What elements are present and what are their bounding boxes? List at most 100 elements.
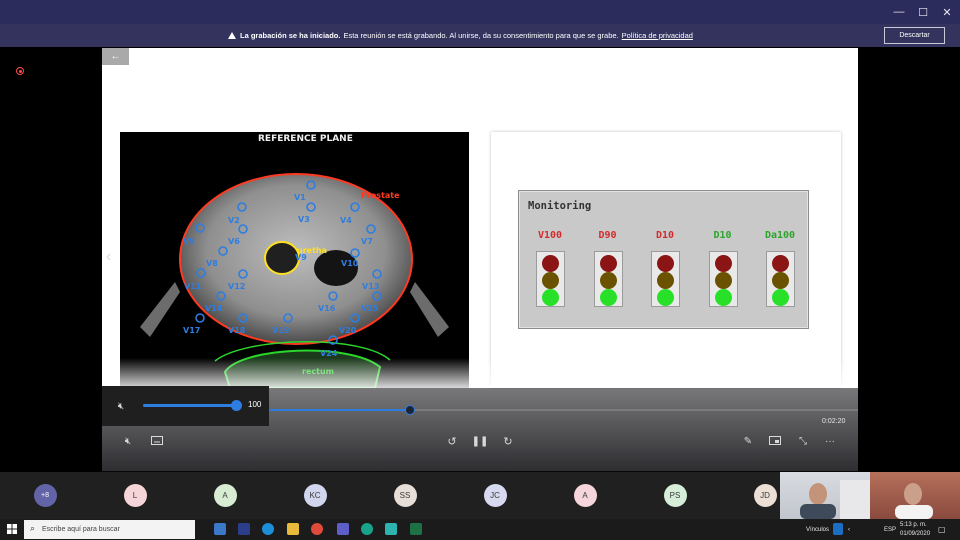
- search-icon: ⌕: [30, 523, 36, 533]
- window-controls: — ☐ ✕: [888, 0, 960, 24]
- minimize-button[interactable]: —: [888, 0, 910, 24]
- us-label-v11: V11: [184, 282, 202, 291]
- recording-banner: La grabación se ha iniciado. Esta reunió…: [0, 24, 960, 47]
- dismiss-button[interactable]: Descartar: [884, 27, 945, 44]
- avatar: JD: [753, 484, 777, 507]
- traffic-lamp: [599, 272, 617, 289]
- links-toolbar[interactable]: Vínculos: [806, 519, 829, 540]
- us-label-v18: V18: [228, 326, 246, 335]
- collapse-icon: ⤡: [799, 435, 807, 447]
- participant-tile[interactable]: L: [90, 472, 180, 519]
- more-options-button[interactable]: ···: [822, 434, 838, 448]
- participant-video-1[interactable]: [780, 472, 870, 519]
- collapse-button[interactable]: ⤡: [795, 434, 811, 448]
- tray-chevron-icon[interactable]: ‹: [848, 519, 850, 540]
- close-button[interactable]: ✕: [936, 0, 958, 24]
- us-label-v3: V3: [298, 215, 310, 224]
- maximize-button[interactable]: ☐: [912, 0, 934, 24]
- teams-icon[interactable]: [337, 523, 349, 535]
- participant-tile[interactable]: A: [540, 472, 630, 519]
- us-label-v14: V14: [205, 304, 223, 313]
- rewind-10-icon: ↺: [447, 435, 457, 448]
- traffic-lamp: [772, 255, 789, 272]
- prostate-label: Prostate: [361, 191, 400, 200]
- mute-button[interactable]: 🔇︎: [120, 434, 136, 448]
- elapsed-time: 0:02:20: [822, 418, 846, 425]
- seek-handle[interactable]: [404, 405, 415, 415]
- participant-tile[interactable]: SS: [360, 472, 450, 519]
- taskbar-search-box[interactable]: ⌕ Escribe aquí para buscar: [24, 520, 195, 539]
- notifications-icon[interactable]: ▢: [938, 519, 946, 540]
- chevron-left-icon[interactable]: ‹: [106, 248, 111, 266]
- picture-in-picture-button[interactable]: [767, 434, 783, 448]
- avatar: PS: [663, 484, 687, 507]
- app-icon[interactable]: [361, 523, 373, 535]
- app-store-icon[interactable]: [238, 523, 250, 535]
- rewind-10-button[interactable]: ↺: [444, 434, 460, 448]
- us-label-v4: V4: [340, 216, 352, 225]
- us-label-v20: V20: [339, 326, 357, 335]
- us-label-v2: V2: [228, 216, 240, 225]
- excel-icon[interactable]: [410, 523, 422, 535]
- forward-30-icon: ↻: [503, 435, 513, 448]
- clock-date[interactable]: 01/09/2020: [900, 529, 930, 539]
- avatar: L: [123, 484, 147, 507]
- us-label-v8: V8: [206, 259, 218, 268]
- participant-tile[interactable]: PS: [630, 472, 720, 519]
- participant-tile[interactable]: A: [180, 472, 270, 519]
- avatar: SS: [393, 484, 417, 507]
- us-label-v15: V15: [361, 304, 379, 313]
- traffic-lamp: [772, 272, 789, 289]
- volume-slider[interactable]: [143, 404, 237, 407]
- back-button[interactable]: ←: [102, 48, 129, 65]
- traffic-lamp: [657, 272, 674, 289]
- traffic-lamp: [657, 255, 674, 272]
- folder-meet-icon[interactable]: [214, 523, 226, 535]
- traffic-light-icon: [593, 251, 623, 307]
- mute-icon[interactable]: 🔇︎: [114, 399, 128, 413]
- privacy-policy-link[interactable]: Política de privacidad: [622, 31, 693, 40]
- metric-label: D10: [655, 230, 675, 241]
- file-explorer-icon[interactable]: [287, 523, 299, 535]
- participant-tile[interactable]: KC: [270, 472, 360, 519]
- us-label-v10: V10: [341, 259, 359, 268]
- traffic-lamp: [714, 255, 732, 272]
- l-app-icon[interactable]: [833, 523, 843, 535]
- edge-icon[interactable]: [262, 523, 274, 535]
- traffic-lamp: [599, 255, 617, 272]
- chrome-icon[interactable]: [311, 523, 323, 535]
- metric-label: D90: [598, 230, 617, 241]
- us-label-v19: V19: [272, 326, 290, 335]
- speaker-muted-icon: 🔇︎: [124, 435, 132, 447]
- monitoring-title: Monitoring: [528, 200, 592, 212]
- participant-video-2[interactable]: [870, 472, 960, 519]
- metric-label: Da100: [764, 230, 796, 241]
- pause-button[interactable]: ❚❚: [472, 434, 489, 448]
- us-label-v6: V6: [228, 237, 240, 246]
- warning-icon: [228, 32, 236, 39]
- avatar: +8: [33, 484, 57, 507]
- captions-button[interactable]: [149, 434, 165, 448]
- ultrasound-image: V1 V2 V3 V4 V5 V6 V7 V8 V9 V10 V11 V12 V…: [120, 132, 469, 388]
- urethra-label: uretha: [297, 246, 327, 255]
- windows-logo-icon: [7, 524, 17, 534]
- traffic-lamp: [714, 272, 732, 289]
- start-button[interactable]: [6, 523, 18, 535]
- input-language[interactable]: ESP: [884, 519, 896, 540]
- traffic-lamp: [657, 289, 674, 306]
- traffic-light-icon: [766, 251, 795, 307]
- traffic-light-icon: [708, 251, 738, 307]
- traffic-lamp: [772, 289, 789, 306]
- forward-30-button[interactable]: ↻: [500, 434, 516, 448]
- participant-tile[interactable]: JC: [450, 472, 540, 519]
- us-label-v7: V7: [361, 237, 373, 246]
- reference-plane-header: REFERENCE PLANE: [258, 134, 353, 144]
- annotate-button[interactable]: ✎: [740, 434, 756, 448]
- traffic-lamp: [542, 289, 559, 306]
- traffic-lamp: [542, 255, 559, 272]
- volume-handle[interactable]: [231, 400, 242, 411]
- traffic-lamp: [714, 289, 732, 306]
- recording-indicator-icon: [16, 67, 24, 75]
- more-participants-button[interactable]: +8: [0, 472, 90, 519]
- snipping-icon[interactable]: [385, 523, 397, 535]
